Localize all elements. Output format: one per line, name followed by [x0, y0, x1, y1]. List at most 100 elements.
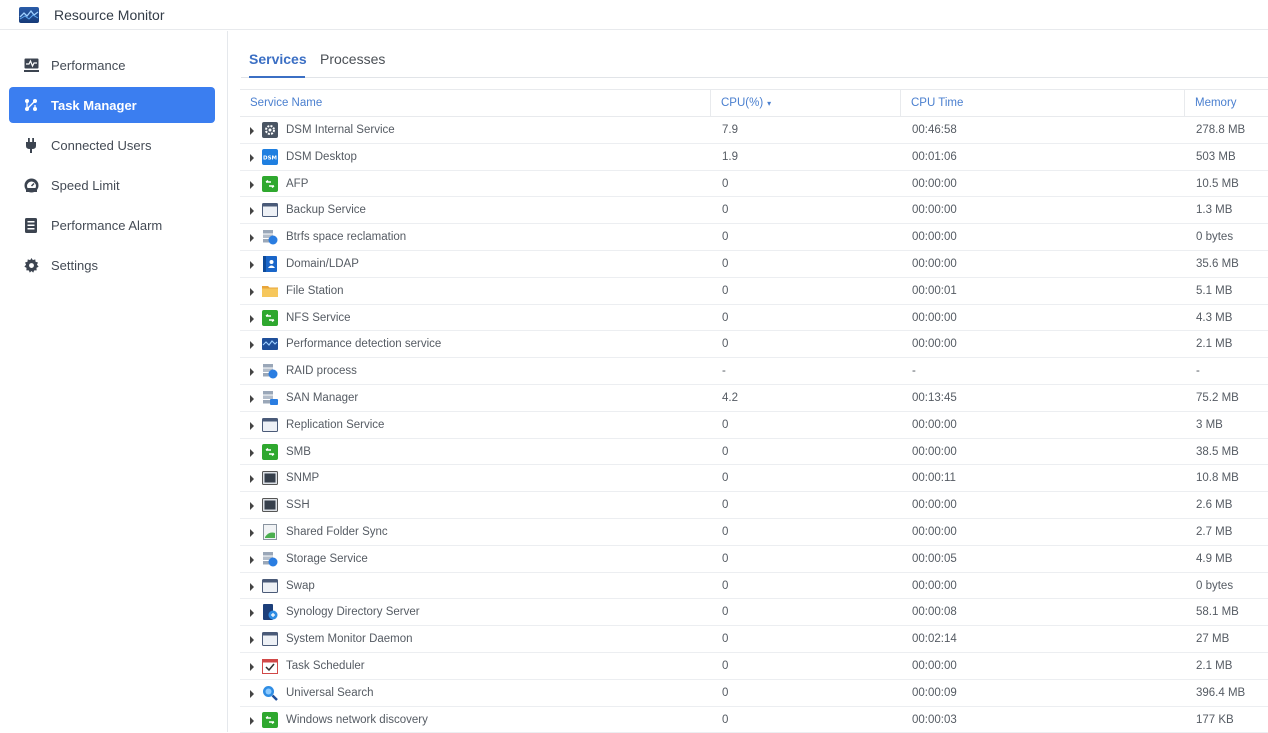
column-header-memory[interactable]: Memory	[1184, 90, 1268, 117]
sidebar-item-label: Speed Limit	[51, 177, 120, 193]
expand-arrow-icon[interactable]	[250, 180, 254, 189]
expand-arrow-icon[interactable]	[250, 287, 254, 296]
expand-arrow-icon[interactable]	[250, 716, 254, 725]
gear-box-icon	[262, 122, 278, 138]
cpu-percent: 0	[722, 499, 729, 512]
cpu-percent: 0	[722, 311, 729, 324]
column-header-cpu-time[interactable]: CPU Time	[900, 90, 1184, 117]
table-row[interactable]: Shared Folder Sync 0 00:00:00 2.7 MB	[240, 519, 1268, 546]
memory: 38.5 MB	[1196, 445, 1239, 458]
sidebar-item-performance-alarm[interactable]: Performance Alarm	[9, 207, 215, 243]
table-row[interactable]: Universal Search 0 00:00:09 396.4 MB	[240, 680, 1268, 707]
sidebar: Performance Task Manager Connected Users…	[0, 31, 228, 732]
cpu-time: -	[912, 365, 916, 378]
table-row[interactable]: Synology Directory Server 0 00:00:08 58.…	[240, 599, 1268, 627]
column-header-service-name[interactable]: Service Name	[250, 90, 322, 117]
service-name: SSH	[286, 499, 310, 512]
dsm-icon: DSM	[262, 148, 278, 165]
tab-services[interactable]: Services	[249, 51, 307, 78]
cpu-percent: 0	[722, 231, 729, 244]
table-row[interactable]: Backup Service 0 00:00:00 1.3 MB	[240, 197, 1268, 225]
expand-arrow-icon[interactable]	[250, 528, 254, 537]
expand-arrow-icon[interactable]	[250, 234, 254, 243]
table-row[interactable]: Storage Service 0 00:00:05 4.9 MB	[240, 546, 1268, 573]
table-row[interactable]: Btrfs space reclamation 0 00:00:00 0 byt…	[240, 224, 1268, 251]
memory: 58.1 MB	[1196, 606, 1239, 619]
sidebar-item-performance[interactable]: Performance	[9, 47, 215, 83]
expand-arrow-icon[interactable]	[250, 502, 254, 511]
table-row[interactable]: SNMP 0 00:00:11 10.8 MB	[240, 465, 1268, 493]
main-panel: Services Processes Service Name CPU(%) ▾ …	[229, 31, 1268, 733]
table-row[interactable]: Swap 0 00:00:00 0 bytes	[240, 573, 1268, 600]
sidebar-item-connected-users[interactable]: Connected Users	[9, 127, 215, 163]
service-name: Swap	[286, 579, 315, 592]
cpu-time: 00:00:00	[912, 257, 957, 270]
table-row[interactable]: Task Scheduler 0 00:00:00 2.1 MB	[240, 653, 1268, 680]
expand-arrow-icon[interactable]	[250, 368, 254, 377]
service-name: System Monitor Daemon	[286, 633, 413, 646]
expand-arrow-icon[interactable]	[250, 555, 254, 564]
sort-descending-icon: ▾	[767, 99, 772, 108]
expand-arrow-icon[interactable]	[250, 582, 254, 591]
cpu-percent: 0	[722, 204, 729, 217]
table-row[interactable]: DSM DSM Desktop 1.9 00:01:06 503 MB	[240, 144, 1268, 171]
table-row[interactable]: NFS Service 0 00:00:00 4.3 MB	[240, 305, 1268, 332]
service-name: SMB	[286, 445, 311, 458]
expand-arrow-icon[interactable]	[250, 636, 254, 645]
cpu-percent: 0	[722, 686, 729, 699]
expand-arrow-icon[interactable]	[250, 127, 254, 135]
expand-arrow-icon[interactable]	[250, 260, 254, 269]
table-row[interactable]: SSH 0 00:00:00 2.6 MB	[240, 492, 1268, 519]
expand-arrow-icon[interactable]	[250, 448, 254, 457]
cpu-percent: -	[722, 365, 726, 378]
expand-arrow-icon[interactable]	[250, 341, 254, 350]
table-row[interactable]: RAID process - - -	[240, 358, 1268, 385]
file-service-icon	[262, 443, 278, 460]
cpu-percent: 1.9	[722, 150, 738, 163]
expand-arrow-icon[interactable]	[250, 421, 254, 430]
sidebar-item-label: Connected Users	[51, 137, 152, 153]
cpu-percent: 0	[722, 552, 729, 565]
table-row[interactable]: DSM Internal Service 7.9 00:46:58 278.8 …	[240, 117, 1268, 144]
table-row[interactable]: File Station 0 00:00:01 5.1 MB	[240, 278, 1268, 305]
cpu-percent: 0	[722, 713, 729, 726]
sidebar-item-speed-limit[interactable]: Speed Limit	[9, 167, 215, 203]
cpu-percent: 0	[722, 525, 729, 538]
alarm-document-icon	[23, 217, 39, 233]
san-icon	[262, 390, 278, 406]
expand-arrow-icon[interactable]	[250, 153, 254, 162]
services-table: Service Name CPU(%) ▾ CPU Time Memory DSM…	[240, 89, 1268, 733]
service-name: File Station	[286, 284, 344, 297]
expand-arrow-icon[interactable]	[250, 662, 254, 671]
table-row[interactable]: AFP 0 00:00:00 10.5 MB	[240, 171, 1268, 198]
expand-arrow-icon[interactable]	[250, 475, 254, 484]
table-row[interactable]: SAN Manager 4.2 00:13:45 75.2 MB	[240, 385, 1268, 412]
sidebar-item-settings[interactable]: Settings	[9, 247, 215, 283]
expand-arrow-icon[interactable]	[250, 689, 254, 698]
memory: 2.1 MB	[1196, 338, 1233, 351]
table-row[interactable]: Windows network discovery 0 00:00:03 177…	[240, 707, 1268, 733]
cpu-time: 00:00:00	[912, 418, 957, 431]
memory: 2.6 MB	[1196, 499, 1233, 512]
table-row[interactable]: System Monitor Daemon 0 00:02:14 27 MB	[240, 626, 1268, 653]
table-row[interactable]: Replication Service 0 00:00:00 3 MB	[240, 412, 1268, 439]
service-name: Domain/LDAP	[286, 257, 359, 270]
table-row[interactable]: Performance detection service 0 00:00:00…	[240, 331, 1268, 359]
title-bar: Resource Monitor	[0, 0, 1268, 30]
tab-processes[interactable]: Processes	[320, 51, 385, 78]
gear-icon	[23, 257, 39, 273]
expand-arrow-icon[interactable]	[250, 609, 254, 618]
table-row[interactable]: SMB 0 00:00:00 38.5 MB	[240, 439, 1268, 466]
service-name: Universal Search	[286, 686, 374, 699]
table-row[interactable]: Domain/LDAP 0 00:00:00 35.6 MB	[240, 251, 1268, 278]
column-header-cpu[interactable]: CPU(%) ▾	[710, 90, 900, 117]
task-manager-icon	[23, 97, 39, 113]
expand-arrow-icon[interactable]	[250, 207, 254, 216]
memory: -	[1196, 365, 1200, 378]
memory: 0 bytes	[1196, 231, 1234, 244]
expand-arrow-icon[interactable]	[250, 394, 254, 403]
service-name: SAN Manager	[286, 391, 359, 404]
sidebar-item-task-manager[interactable]: Task Manager	[9, 87, 215, 123]
resource-monitor-icon	[19, 6, 39, 23]
expand-arrow-icon[interactable]	[250, 314, 254, 323]
